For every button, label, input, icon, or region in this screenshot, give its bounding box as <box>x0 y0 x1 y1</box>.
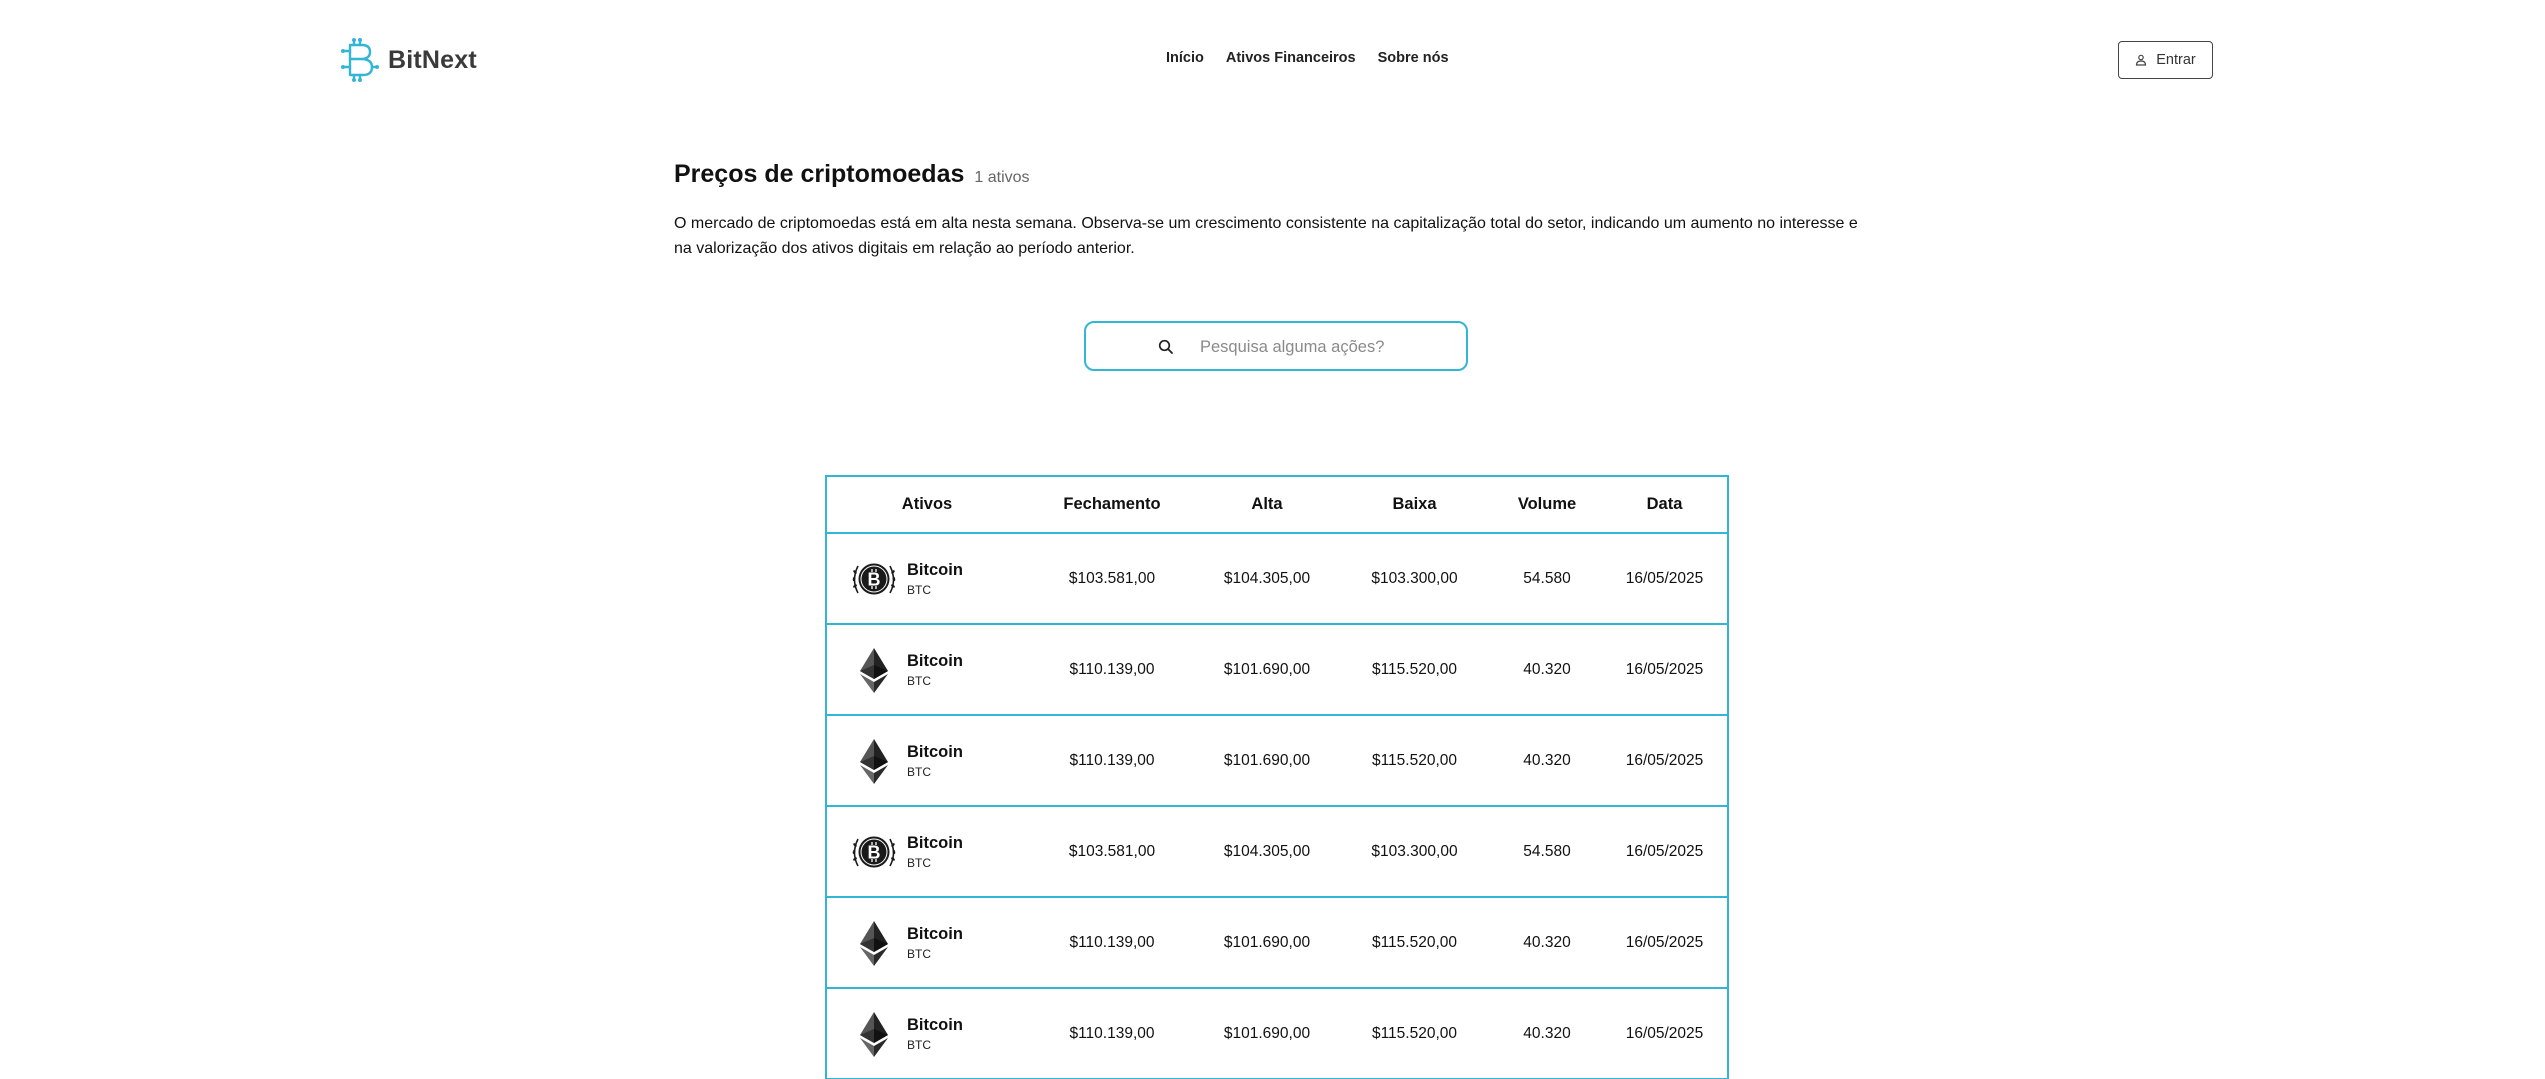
date: 16/05/2025 <box>1625 660 1704 678</box>
high-price: $104.305,00 <box>1223 569 1311 587</box>
low-price: $103.300,00 <box>1371 842 1458 860</box>
search-icon <box>1158 339 1173 354</box>
search-input[interactable] <box>1200 333 1440 361</box>
asset-cell: Bitcoin BTC <box>827 554 1027 604</box>
asset-cell: Bitcoin BTC <box>827 827 1027 877</box>
nav-link-sobre-nos[interactable]: Sobre nós <box>1378 50 1449 66</box>
bitcoin-circuit-logo-icon <box>341 38 379 82</box>
high-price: $101.690,00 <box>1223 1024 1311 1042</box>
asset-symbol: BTC <box>907 764 931 779</box>
table-row[interactable]: Bitcoin BTC $103.581,00 $104.305,00 $103… <box>827 806 1727 897</box>
close-price: $110.139,00 <box>1069 751 1155 769</box>
low-price: $115.520,00 <box>1371 660 1458 678</box>
high-price: $101.690,00 <box>1223 751 1311 769</box>
brand-logo[interactable]: BitNext <box>338 36 477 84</box>
table-row[interactable]: Bitcoin BTC $110.139,00 $101.690,00 $115… <box>827 715 1727 806</box>
column-header-baixa[interactable]: Baixa <box>1337 477 1492 534</box>
asset-name: Bitcoin <box>907 742 963 761</box>
volume: 40.320 <box>1523 751 1571 769</box>
crypto-table: Ativos Fechamento Alta Baixa Volume Data… <box>825 475 1729 1079</box>
column-header-alta[interactable]: Alta <box>1197 477 1337 534</box>
volume: 54.580 <box>1523 842 1571 860</box>
table-row[interactable]: Bitcoin BTC $110.139,00 $101.690,00 $115… <box>827 988 1727 1079</box>
table-row[interactable]: Bitcoin BTC $103.581,00 $104.305,00 $103… <box>827 533 1727 624</box>
asset-symbol: BTC <box>907 582 931 597</box>
asset-name: Bitcoin <box>907 560 963 579</box>
volume: 54.580 <box>1523 569 1571 587</box>
volume: 40.320 <box>1523 933 1571 951</box>
date: 16/05/2025 <box>1625 569 1704 587</box>
asset-cell: Bitcoin BTC <box>827 918 1027 968</box>
column-header-volume[interactable]: Volume <box>1492 477 1602 534</box>
date: 16/05/2025 <box>1625 842 1704 860</box>
site-header: BitNext Início Ativos Financeiros Sobre … <box>0 0 2545 120</box>
low-price: $103.300,00 <box>1371 569 1458 587</box>
table-header-row: Ativos Fechamento Alta Baixa Volume Data <box>827 477 1727 534</box>
nav-link-ativos-financeiros[interactable]: Ativos Financeiros <box>1226 50 1356 66</box>
asset-symbol: BTC <box>907 946 931 961</box>
intro-text: O mercado de criptomoedas está em alta n… <box>674 215 1858 257</box>
low-price: $115.520,00 <box>1371 933 1458 951</box>
low-price: $115.520,00 <box>1371 751 1458 769</box>
asset-cell: Bitcoin BTC <box>827 1009 1027 1059</box>
close-price: $110.139,00 <box>1069 933 1155 951</box>
asset-count: 1 ativos <box>974 169 1030 186</box>
asset-name: Bitcoin <box>907 651 963 670</box>
date: 16/05/2025 <box>1625 751 1704 769</box>
ethereum-icon <box>849 645 899 695</box>
page-heading: Preços de criptomoedas 1 ativos <box>674 160 1030 189</box>
date: 16/05/2025 <box>1625 933 1704 951</box>
search-box[interactable] <box>1084 321 1468 371</box>
page-title: Preços de criptomoedas <box>674 160 965 188</box>
high-price: $101.690,00 <box>1223 933 1311 951</box>
ethereum-icon <box>849 918 899 968</box>
brand-name: BitNext <box>388 45 477 74</box>
table-row[interactable]: Bitcoin BTC $110.139,00 $101.690,00 $115… <box>827 897 1727 988</box>
bitcoin-icon <box>849 827 899 877</box>
close-price: $110.139,00 <box>1069 1024 1155 1042</box>
column-header-fechamento[interactable]: Fechamento <box>1027 477 1197 534</box>
asset-symbol: BTC <box>907 673 931 688</box>
ethereum-icon <box>849 1009 899 1059</box>
asset-name: Bitcoin <box>907 1015 963 1034</box>
user-icon <box>2136 54 2147 66</box>
bitcoin-icon <box>849 554 899 604</box>
date: 16/05/2025 <box>1625 1024 1704 1042</box>
column-header-data[interactable]: Data <box>1602 477 1727 534</box>
login-button-label: Entrar <box>2156 52 2196 68</box>
nav-link-inicio[interactable]: Início <box>1166 50 1204 66</box>
asset-name: Bitcoin <box>907 833 963 852</box>
asset-cell: Bitcoin BTC <box>827 736 1027 786</box>
main-nav: Início Ativos Financeiros Sobre nós <box>1166 50 1471 66</box>
ethereum-icon <box>849 736 899 786</box>
volume: 40.320 <box>1523 660 1571 678</box>
high-price: $101.690,00 <box>1223 660 1311 678</box>
column-header-ativos[interactable]: Ativos <box>827 477 1027 534</box>
asset-cell: Bitcoin BTC <box>827 645 1027 695</box>
asset-symbol: BTC <box>907 855 931 870</box>
close-price: $103.581,00 <box>1068 569 1156 587</box>
asset-name: Bitcoin <box>907 924 963 943</box>
table-row[interactable]: Bitcoin BTC $110.139,00 $101.690,00 $115… <box>827 624 1727 715</box>
login-button[interactable]: Entrar <box>2118 41 2213 79</box>
asset-symbol: BTC <box>907 1037 931 1052</box>
volume: 40.320 <box>1523 1024 1571 1042</box>
low-price: $115.520,00 <box>1371 1024 1458 1042</box>
high-price: $104.305,00 <box>1223 842 1311 860</box>
close-price: $110.139,00 <box>1069 660 1155 678</box>
close-price: $103.581,00 <box>1068 842 1156 860</box>
